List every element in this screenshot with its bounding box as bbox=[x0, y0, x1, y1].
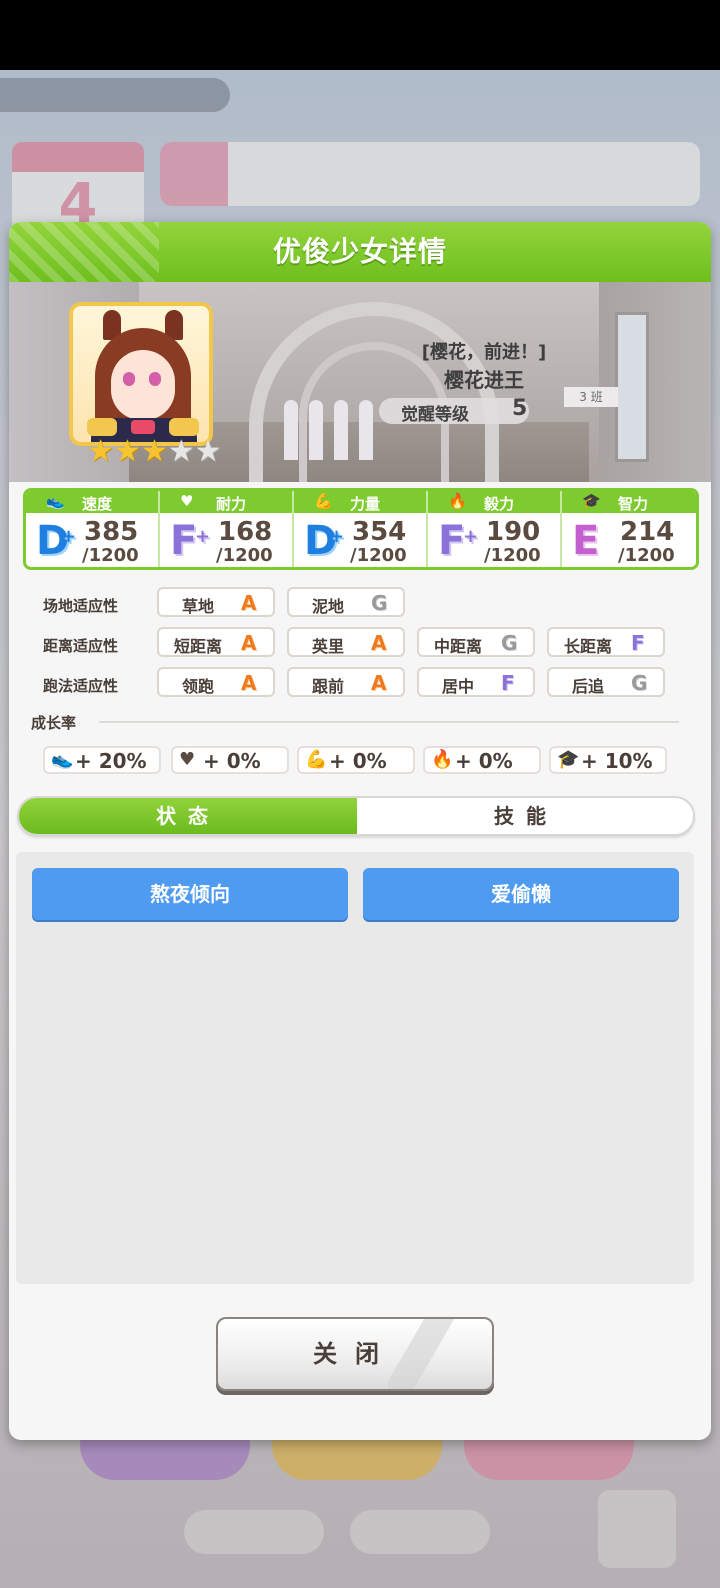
style-aptitude-label: 跑法适应性 bbox=[43, 677, 119, 695]
stat-grade: D + bbox=[36, 518, 77, 564]
stat-speed: 👟 速度 D + 385 /1200 bbox=[26, 491, 160, 567]
stats-panel: 👟 速度 D + 385 /1200 ♥ 耐力 F + 168 /1200 💪 力量 D +… bbox=[23, 488, 699, 570]
graduation-cap-icon: 🎓 bbox=[557, 749, 580, 770]
stat-value: 190 bbox=[486, 517, 541, 547]
shoe-icon: 👟 bbox=[46, 492, 65, 510]
aptitude-mile: 英里 A bbox=[287, 627, 405, 657]
status-tag-slacker[interactable]: 爱偷懒 bbox=[363, 868, 679, 920]
stat-max: /1200 bbox=[484, 545, 541, 566]
awakening-level: 5 bbox=[512, 396, 528, 421]
stat-guts: 🔥 毅力 F + 190 /1200 bbox=[428, 491, 562, 567]
graduation-cap-icon: 🎓 bbox=[582, 492, 601, 510]
aptitude-grade: A bbox=[241, 591, 257, 615]
close-button-label: 关闭 bbox=[313, 1340, 397, 1368]
dialog-header: 优俊少女详情 bbox=[9, 222, 711, 282]
status-panel: 熬夜倾向 爱偷懒 bbox=[16, 852, 694, 1284]
flame-icon: 🔥 bbox=[431, 749, 454, 770]
stat-max: /1200 bbox=[216, 545, 273, 566]
stat-wisdom: 🎓 智力 E 214 /1200 bbox=[562, 491, 696, 567]
stat-max: /1200 bbox=[618, 545, 675, 566]
shoe-icon: 👟 bbox=[51, 749, 74, 770]
detail-tabs: 状态 技能 bbox=[17, 796, 695, 836]
aptitude-long: 长距离 F bbox=[547, 627, 665, 657]
aptitude-grade: A bbox=[371, 631, 387, 655]
growth-wisdom: 🎓 + 10% bbox=[549, 746, 667, 774]
muscle-icon: 💪 bbox=[314, 492, 333, 510]
character-detail-dialog: 优俊少女详情 3 班 ★ ★ ★ ★ ★ [樱花，前进！] 樱花进王 觉醒等级 … bbox=[9, 222, 711, 1440]
growth-speed: 👟 + 20% bbox=[43, 746, 161, 774]
aptitude-end-closer: 后追 G bbox=[547, 667, 665, 697]
flame-icon: 🔥 bbox=[448, 492, 467, 510]
star-filled-icon: ★ bbox=[140, 434, 168, 469]
close-button[interactable]: 关闭 bbox=[216, 1317, 494, 1391]
stat-grade: F + bbox=[438, 518, 479, 564]
star-filled-icon: ★ bbox=[87, 434, 114, 469]
aptitude-late-surger: 居中 F bbox=[417, 667, 535, 697]
character-banner: 3 班 ★ ★ ★ ★ ★ [樱花，前进！] 樱花进王 觉醒等级 5 bbox=[9, 282, 711, 482]
stat-grade: F + bbox=[170, 518, 211, 564]
aptitude-dirt: 泥地 G bbox=[287, 587, 405, 617]
stat-max: /1200 bbox=[82, 545, 139, 566]
stat-max: /1200 bbox=[350, 545, 407, 566]
aptitude-grade: F bbox=[501, 671, 515, 695]
heart-icon: ♥ bbox=[179, 749, 196, 770]
stat-power: 💪 力量 D + 354 /1200 bbox=[294, 491, 428, 567]
aptitude-sprint: 短距离 A bbox=[157, 627, 275, 657]
growth-rate-title: 成长率 bbox=[31, 714, 77, 732]
star-empty-icon: ★ bbox=[194, 434, 222, 469]
stat-value: 385 bbox=[84, 517, 139, 547]
aptitude-grade: A bbox=[241, 631, 257, 655]
aptitude-grade: G bbox=[631, 671, 648, 695]
heart-icon: ♥ bbox=[180, 492, 194, 510]
stat-grade: E bbox=[572, 518, 600, 564]
stat-label: 耐力 bbox=[216, 495, 247, 513]
stat-stamina: ♥ 耐力 F + 168 /1200 bbox=[160, 491, 294, 567]
awakening-label: 觉醒等级 bbox=[401, 405, 469, 425]
track-aptitude-label: 场地适应性 bbox=[43, 597, 119, 615]
aptitude-turf: 草地 A bbox=[157, 587, 275, 617]
stat-label: 力量 bbox=[350, 495, 381, 513]
character-name: 樱花进王 bbox=[444, 368, 524, 392]
growth-stamina: ♥ + 0% bbox=[171, 746, 289, 774]
stat-label: 速度 bbox=[82, 495, 113, 513]
dialog-title: 优俊少女详情 bbox=[272, 235, 447, 268]
muscle-icon: 💪 bbox=[305, 749, 328, 770]
growth-power: 💪 + 0% bbox=[297, 746, 415, 774]
stat-label: 智力 bbox=[618, 495, 649, 513]
stat-grade: D + bbox=[304, 518, 345, 564]
stat-value: 168 bbox=[218, 517, 273, 547]
status-tag-night-owl[interactable]: 熬夜倾向 bbox=[32, 868, 348, 920]
stat-value: 354 bbox=[352, 517, 407, 547]
character-epithet: [樱花，前进！] bbox=[421, 342, 547, 363]
star-filled-icon: ★ bbox=[113, 434, 141, 469]
aptitude-grade: F bbox=[631, 631, 645, 655]
divider bbox=[99, 721, 679, 723]
stat-value: 214 bbox=[620, 517, 675, 547]
aptitude-pace-chaser: 跟前 A bbox=[287, 667, 405, 697]
tab-skills[interactable]: 技能 bbox=[357, 798, 693, 834]
aptitude-front-runner: 领跑 A bbox=[157, 667, 275, 697]
aptitude-grade: G bbox=[501, 631, 518, 655]
aptitude-grade: G bbox=[371, 591, 388, 615]
character-portrait bbox=[69, 302, 213, 446]
aptitude-grade: A bbox=[241, 671, 257, 695]
rarity-stars: ★ ★ ★ ★ ★ bbox=[87, 437, 222, 467]
aptitude-medium: 中距离 G bbox=[417, 627, 535, 657]
tab-status[interactable]: 状态 bbox=[19, 798, 357, 834]
star-empty-icon: ★ bbox=[167, 434, 195, 469]
growth-guts: 🔥 + 0% bbox=[423, 746, 541, 774]
distance-aptitude-label: 距离适应性 bbox=[43, 637, 119, 655]
stat-label: 毅力 bbox=[484, 495, 515, 513]
aptitude-grade: A bbox=[371, 671, 387, 695]
